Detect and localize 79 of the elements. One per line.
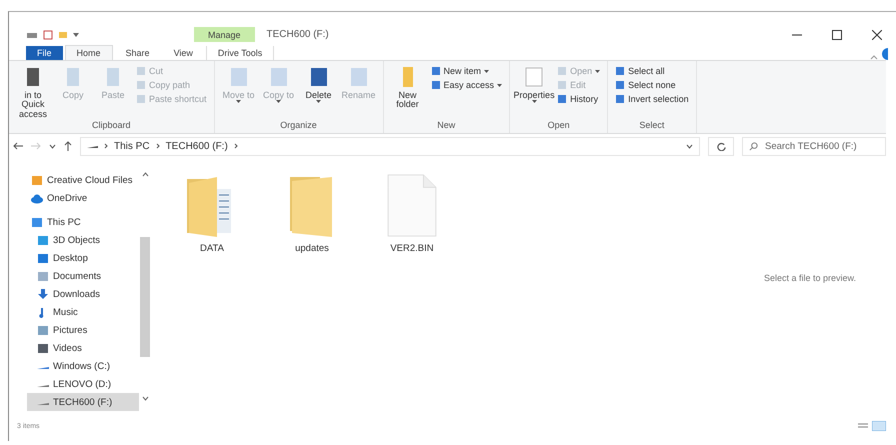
chevron-down-icon[interactable]	[142, 396, 148, 401]
ribbon-button[interactable]: New folder	[388, 64, 427, 120]
contextual-tab-header: Manage	[194, 27, 255, 42]
close-icon[interactable]	[872, 30, 882, 40]
scrollbar-thumb[interactable]	[140, 237, 150, 357]
sidebar-item[interactable]: OneDrive	[27, 189, 139, 207]
maximize-icon[interactable]	[832, 30, 842, 40]
sidebar-item[interactable]: This PC	[27, 213, 139, 231]
caret-icon[interactable]	[73, 32, 79, 38]
ribbon-icon	[557, 94, 568, 104]
address-bar[interactable]: This PC TECH600 (F:)	[80, 136, 700, 156]
sidebar-item[interactable]: Videos	[27, 339, 139, 357]
ribbon-icon	[557, 80, 568, 90]
back-arrow-icon[interactable]	[13, 142, 23, 150]
file-item[interactable]: DATA	[177, 174, 247, 254]
sidebar-item[interactable]: Desktop	[27, 249, 139, 267]
ribbon-button[interactable]: Select all	[613, 65, 691, 77]
ribbon-icon	[615, 94, 626, 104]
ribbon-icon	[430, 80, 441, 90]
chevron-right-icon	[234, 143, 238, 149]
help-icon[interactable]	[880, 48, 888, 60]
ribbon-button[interactable]: History	[555, 93, 602, 105]
sidebar-item[interactable]: LENOVO (D:)	[27, 375, 139, 393]
preview-message: Select a file to preview.	[764, 272, 856, 282]
chevron-right-icon	[104, 143, 108, 149]
sidebar-item[interactable]: Windows (C:)	[27, 357, 139, 375]
sidebar-item[interactable]: Music	[27, 303, 139, 321]
ribbon-button[interactable]: Properties	[515, 64, 554, 120]
window-title: TECH600 (F:)	[266, 29, 329, 40]
ribbon-tab[interactable]: View	[162, 46, 204, 60]
file-item[interactable]: VER2.BIN	[377, 174, 447, 254]
ribbon-button[interactable]: in to Quick access	[14, 64, 52, 120]
ribbon-icon	[557, 66, 568, 76]
ribbon-button[interactable]: New item	[428, 65, 504, 77]
download-icon	[37, 288, 49, 300]
chevron-right-icon	[156, 143, 160, 149]
up-arrow-icon[interactable]	[64, 141, 72, 151]
file-name: updates	[295, 243, 329, 254]
breadcrumb[interactable]: TECH600 (F:)	[166, 140, 228, 152]
ribbon-icon	[615, 80, 626, 90]
drive-icon	[37, 403, 49, 406]
ribbon-button[interactable]: Delete	[300, 64, 338, 120]
sidebar-item[interactable]: Creative Cloud Files	[27, 171, 139, 189]
file-name: DATA	[200, 243, 224, 254]
refresh-button[interactable]	[708, 136, 734, 156]
ribbon-tab[interactable]: Share	[114, 46, 161, 60]
cloud-icon	[31, 192, 43, 204]
sidebar-item[interactable]: 3D Objects	[27, 231, 139, 249]
ribbon-group-label: Organize	[279, 120, 318, 132]
refresh-icon	[716, 142, 726, 150]
ribbon-icon	[430, 66, 441, 76]
search-field[interactable]: Search TECH600 (F:)	[742, 136, 886, 156]
chevron-down-icon[interactable]	[49, 144, 56, 148]
ribbon-group-label: New	[436, 120, 456, 132]
breadcrumb[interactable]: This PC	[114, 140, 150, 152]
drive-icon	[37, 367, 49, 370]
details-view-icon[interactable]	[858, 422, 868, 430]
drive-icon	[87, 144, 98, 148]
drive-icon	[37, 385, 49, 388]
ribbon-button[interactable]: Invert selection	[613, 93, 691, 105]
ribbon-button[interactable]: Select none	[613, 79, 691, 91]
file-icon	[386, 174, 438, 237]
chevron-down-icon[interactable]	[686, 144, 693, 148]
sidebar-item[interactable]: Downloads	[27, 285, 139, 303]
file-name: VER2.BIN	[390, 243, 434, 254]
ribbon-button[interactable]: Easy access	[428, 79, 504, 91]
chevron-up-icon[interactable]	[142, 172, 148, 177]
file-item[interactable]: updates	[277, 174, 347, 254]
sidebar-item[interactable]: TECH600 (F:)	[27, 393, 139, 411]
ribbon-group-label: Select	[638, 120, 666, 132]
ribbon-icon	[615, 66, 626, 76]
sidebar-item[interactable]: Documents	[27, 267, 139, 285]
sidebar-item[interactable]: Pictures	[27, 321, 139, 339]
ribbon-group-label: Open	[546, 120, 571, 132]
search-icon	[749, 142, 758, 150]
ribbon-group-label: Clipboard	[91, 120, 132, 132]
ribbon-tab[interactable]: Home	[64, 45, 113, 60]
chevron-up-icon[interactable]	[870, 54, 878, 60]
ribbon-tab[interactable]: File	[26, 46, 63, 60]
